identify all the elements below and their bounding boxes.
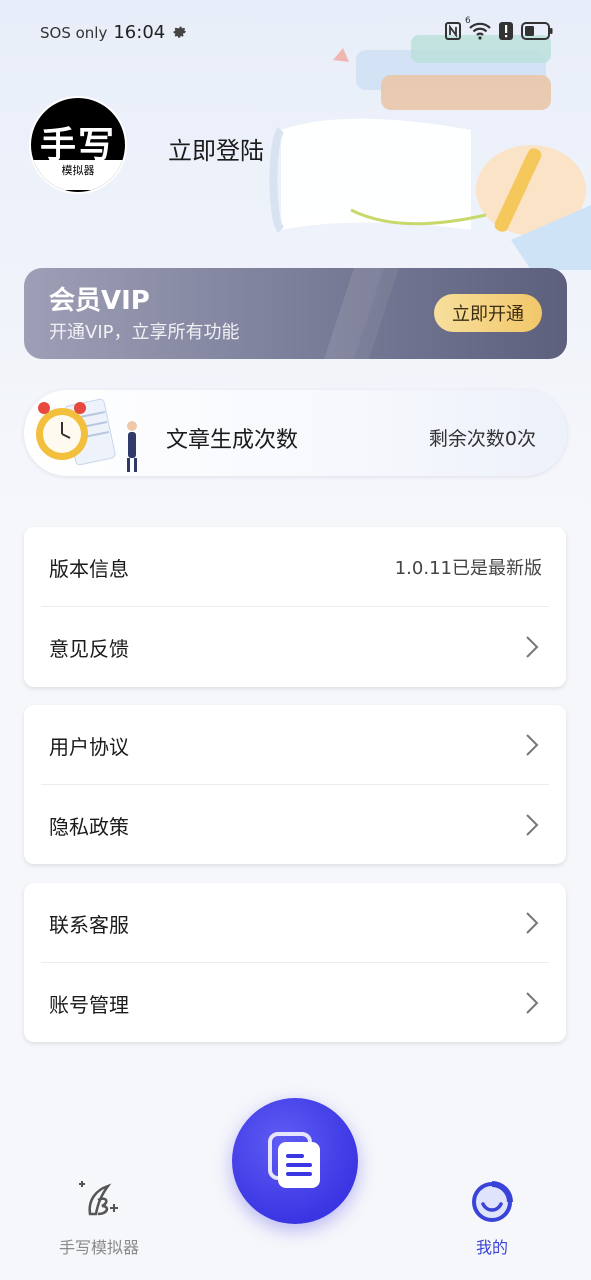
battery-icon <box>521 22 553 44</box>
smile-icon <box>472 1181 513 1222</box>
version-value: 1.0.11已是最新版 <box>394 558 542 579</box>
clock: 16:04 <box>113 22 166 43</box>
row-label: 隐私政策 <box>49 814 129 839</box>
row-label: 用户协议 <box>49 734 129 759</box>
chevron-right-icon <box>526 814 539 836</box>
account-management-row[interactable]: 账号管理 <box>24 963 566 1043</box>
wifi-icon: 6 <box>465 16 491 44</box>
privacy-policy-row[interactable]: 隐私政策 <box>24 785 566 865</box>
article-count-title: 文章生成次数 <box>166 428 299 453</box>
document-icon <box>268 1132 320 1188</box>
row-label: 版本信息 <box>49 556 129 581</box>
avatar[interactable]: 手写 模拟器 <box>31 98 125 192</box>
settings-group-info: 版本信息 1.0.11已是最新版 意见反馈 <box>24 527 566 687</box>
alert-icon <box>499 22 513 44</box>
row-label: 意见反馈 <box>49 636 129 661</box>
row-label: 联系客服 <box>49 912 129 937</box>
vip-subtitle: 开通VIP，立享所有功能 <box>49 322 240 343</box>
carrier-text: SOS only <box>40 23 108 42</box>
generate-document-button[interactable] <box>232 1098 358 1224</box>
gear-icon <box>171 22 188 43</box>
vip-decoration <box>324 268 399 359</box>
vip-title: 会员VIP <box>49 286 150 316</box>
tab-mine[interactable]: 我的 <box>456 1174 528 1260</box>
row-label: 账号管理 <box>49 992 129 1017</box>
tab-label: 手写模拟器 <box>58 1238 139 1257</box>
vip-card[interactable]: 会员VIP 开通VIP，立享所有功能 立即开通 <box>24 268 567 359</box>
pen-icon <box>79 1181 118 1216</box>
avatar-subtitle: 模拟器 <box>31 160 125 190</box>
version-info-row[interactable]: 版本信息 1.0.11已是最新版 <box>24 527 566 607</box>
article-count-card[interactable]: 文章生成次数 剩余次数0次 <box>24 390 567 476</box>
activate-vip-button[interactable]: 立即开通 <box>434 294 542 332</box>
settings-group-account: 联系客服 账号管理 <box>24 883 566 1042</box>
chevron-right-icon <box>526 636 539 658</box>
remaining-count: 剩余次数0次 <box>428 428 536 450</box>
tab-label: 我的 <box>475 1238 508 1257</box>
nfc-icon <box>445 22 461 44</box>
login-link[interactable]: 立即登陆 <box>168 131 264 166</box>
chevron-right-icon <box>526 992 539 1014</box>
chevron-right-icon <box>526 734 539 756</box>
user-agreement-row[interactable]: 用户协议 <box>24 705 566 785</box>
wifi-badge: 6 <box>465 16 471 26</box>
customer-service-row[interactable]: 联系客服 <box>24 883 566 963</box>
status-bar: SOS only 16:04 6 <box>0 0 591 66</box>
feedback-row[interactable]: 意见反馈 <box>24 607 566 687</box>
settings-group-legal: 用户协议 隐私政策 <box>24 705 566 864</box>
chevron-right-icon <box>526 912 539 934</box>
tab-handwriting-simulator[interactable]: 手写模拟器 <box>46 1174 152 1260</box>
alarm-clock-icon <box>36 398 137 472</box>
